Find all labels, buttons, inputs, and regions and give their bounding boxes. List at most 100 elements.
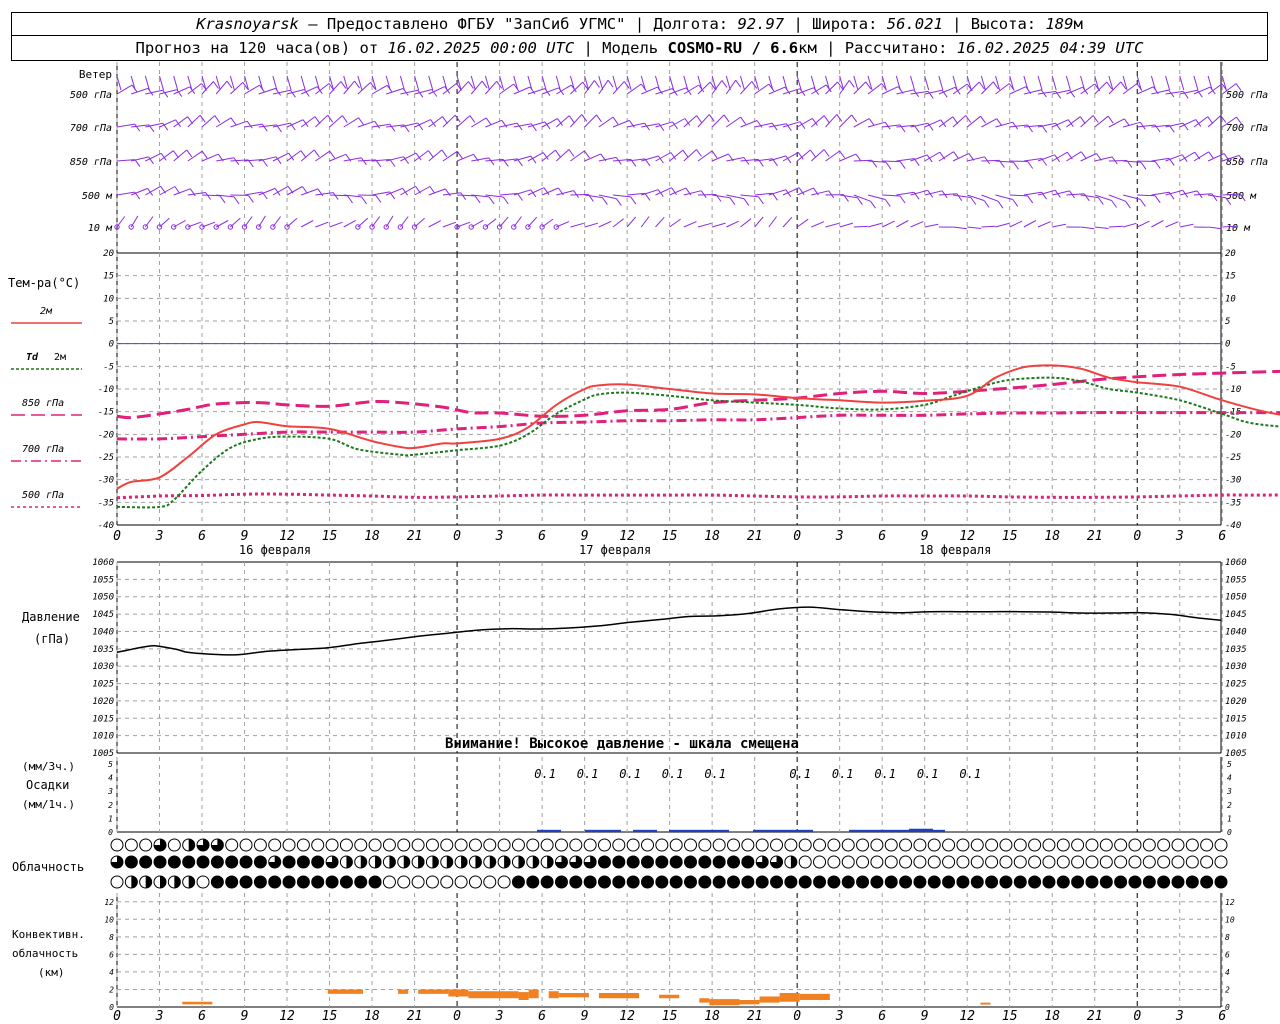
cloud-circle — [798, 855, 812, 869]
wind-barb-feather — [721, 80, 728, 88]
conv-xtick: 3 — [1175, 1009, 1184, 1024]
wind-barb — [1066, 116, 1081, 128]
conv-title-1: Конвективн. — [12, 928, 85, 941]
conv-xtick: 0 — [453, 1009, 461, 1024]
temp-xtick: 6 — [198, 529, 206, 544]
cloud-full — [727, 855, 741, 869]
cloud-symbol-upper — [655, 838, 669, 852]
cloud-circle — [884, 838, 898, 852]
wind-barb-top — [1094, 75, 1100, 91]
cloud-symbol-middle — [153, 855, 167, 869]
wind-barb-feather — [456, 151, 463, 159]
cloud-symbol-middle — [540, 855, 554, 869]
cloud-full — [239, 855, 253, 869]
precip-ytick-right: 2 — [1227, 801, 1232, 810]
cloud-title: Облачность — [12, 860, 84, 874]
cloud-full — [856, 875, 870, 889]
wind-barb — [1080, 115, 1094, 128]
cloud-circle — [741, 838, 755, 852]
cloud-symbol-lower — [354, 875, 368, 889]
wind-barb — [811, 221, 825, 228]
pressure-warning: Внимание! Высокое давление - шкала смеще… — [445, 736, 799, 752]
cloud-symbol-upper — [1200, 838, 1214, 852]
cloud-circle — [425, 838, 439, 852]
conv-cloud-segment — [448, 989, 469, 997]
cloud-symbol-lower — [483, 875, 497, 889]
conv-xtick: 6 — [1218, 1009, 1226, 1024]
cloud-symbol-lower — [153, 875, 167, 889]
cloud-circle — [110, 838, 124, 852]
cloud-circle — [110, 875, 124, 889]
cloud-symbol-upper — [210, 838, 224, 852]
cloud-symbol-middle — [712, 855, 726, 869]
cloud-full — [210, 855, 224, 869]
cloud-circle — [239, 838, 253, 852]
cloud-symbol-middle — [841, 855, 855, 869]
precip-bar — [801, 829, 813, 832]
precip-bar — [921, 828, 933, 832]
cloud-circle — [942, 855, 956, 869]
precip-bar — [897, 829, 909, 832]
cloud-symbol-lower — [196, 875, 210, 889]
wind-barb-feather — [314, 116, 321, 124]
cloud-symbol-upper — [1114, 838, 1128, 852]
cloud-symbol-lower — [712, 875, 726, 889]
precip-value-label: 0.1 — [534, 767, 556, 781]
wind-barb-feather — [374, 121, 381, 129]
wind-barb — [201, 115, 216, 128]
wind-barb-feather — [723, 114, 730, 123]
cloud-circle — [196, 875, 210, 889]
wind-barb-feather — [870, 200, 876, 209]
wind-barb — [825, 150, 840, 162]
temp-ytick-right: 10 — [1225, 294, 1236, 304]
cloud-circle — [1157, 855, 1171, 869]
cloud-full — [554, 875, 568, 889]
wind-barb-feather — [327, 114, 334, 123]
wind-barb — [967, 156, 985, 162]
cloud-symbol-lower — [626, 875, 640, 889]
conv-cloud-segment — [518, 992, 529, 1000]
cloud-circle — [999, 855, 1013, 869]
cloud-symbol-middle — [1200, 855, 1214, 869]
wind-barb-feather — [601, 197, 608, 205]
wind-barb-feather — [332, 192, 339, 200]
wind-barb-feather — [612, 116, 619, 125]
wind-barb — [782, 151, 799, 162]
wind-level-label-left: 10 м — [88, 223, 113, 234]
cloud-full — [1013, 875, 1027, 889]
cloud-circle — [913, 838, 927, 852]
temp-xtick: 9 — [921, 529, 929, 544]
wind-barb-feather — [568, 149, 575, 157]
cloud-symbol-lower — [167, 875, 181, 889]
precip-bar — [717, 829, 729, 832]
wind-barb-feather — [757, 196, 764, 205]
conv-ytick-left: 6 — [109, 950, 114, 959]
cloud-symbol-lower — [124, 875, 138, 889]
wind-barb-top — [116, 75, 122, 91]
wind-barb-feather — [205, 192, 212, 200]
cloud-circle — [167, 838, 181, 852]
cloud-circle — [1085, 855, 1099, 869]
cloud-symbol-middle — [253, 855, 267, 869]
conv-cloud-segment — [699, 998, 710, 1003]
temp-xtick: 21 — [407, 529, 423, 544]
cloud-symbol-upper — [296, 838, 310, 852]
cloud-symbol-upper — [182, 838, 196, 852]
cloud-half — [174, 876, 181, 888]
cloud-circle — [1171, 855, 1185, 869]
cloud-full — [1214, 875, 1228, 889]
calm-wind-circle — [270, 224, 276, 230]
cloud-full — [354, 875, 368, 889]
wind-barb-top — [229, 75, 235, 91]
temp-ytick-left: -40 — [98, 521, 114, 531]
wind-barb-feather — [743, 198, 750, 206]
cloud-full — [684, 855, 698, 869]
cloud-full — [296, 875, 310, 889]
conv-cloud-segment — [418, 989, 449, 994]
precip-ytick-right: 0 — [1227, 828, 1232, 837]
cloud-symbol-upper — [1171, 838, 1185, 852]
temp-xtick: 0 — [793, 529, 801, 544]
wind-barb — [485, 119, 502, 128]
wind-barb-feather — [301, 186, 308, 194]
cloud-circle — [1128, 855, 1142, 869]
